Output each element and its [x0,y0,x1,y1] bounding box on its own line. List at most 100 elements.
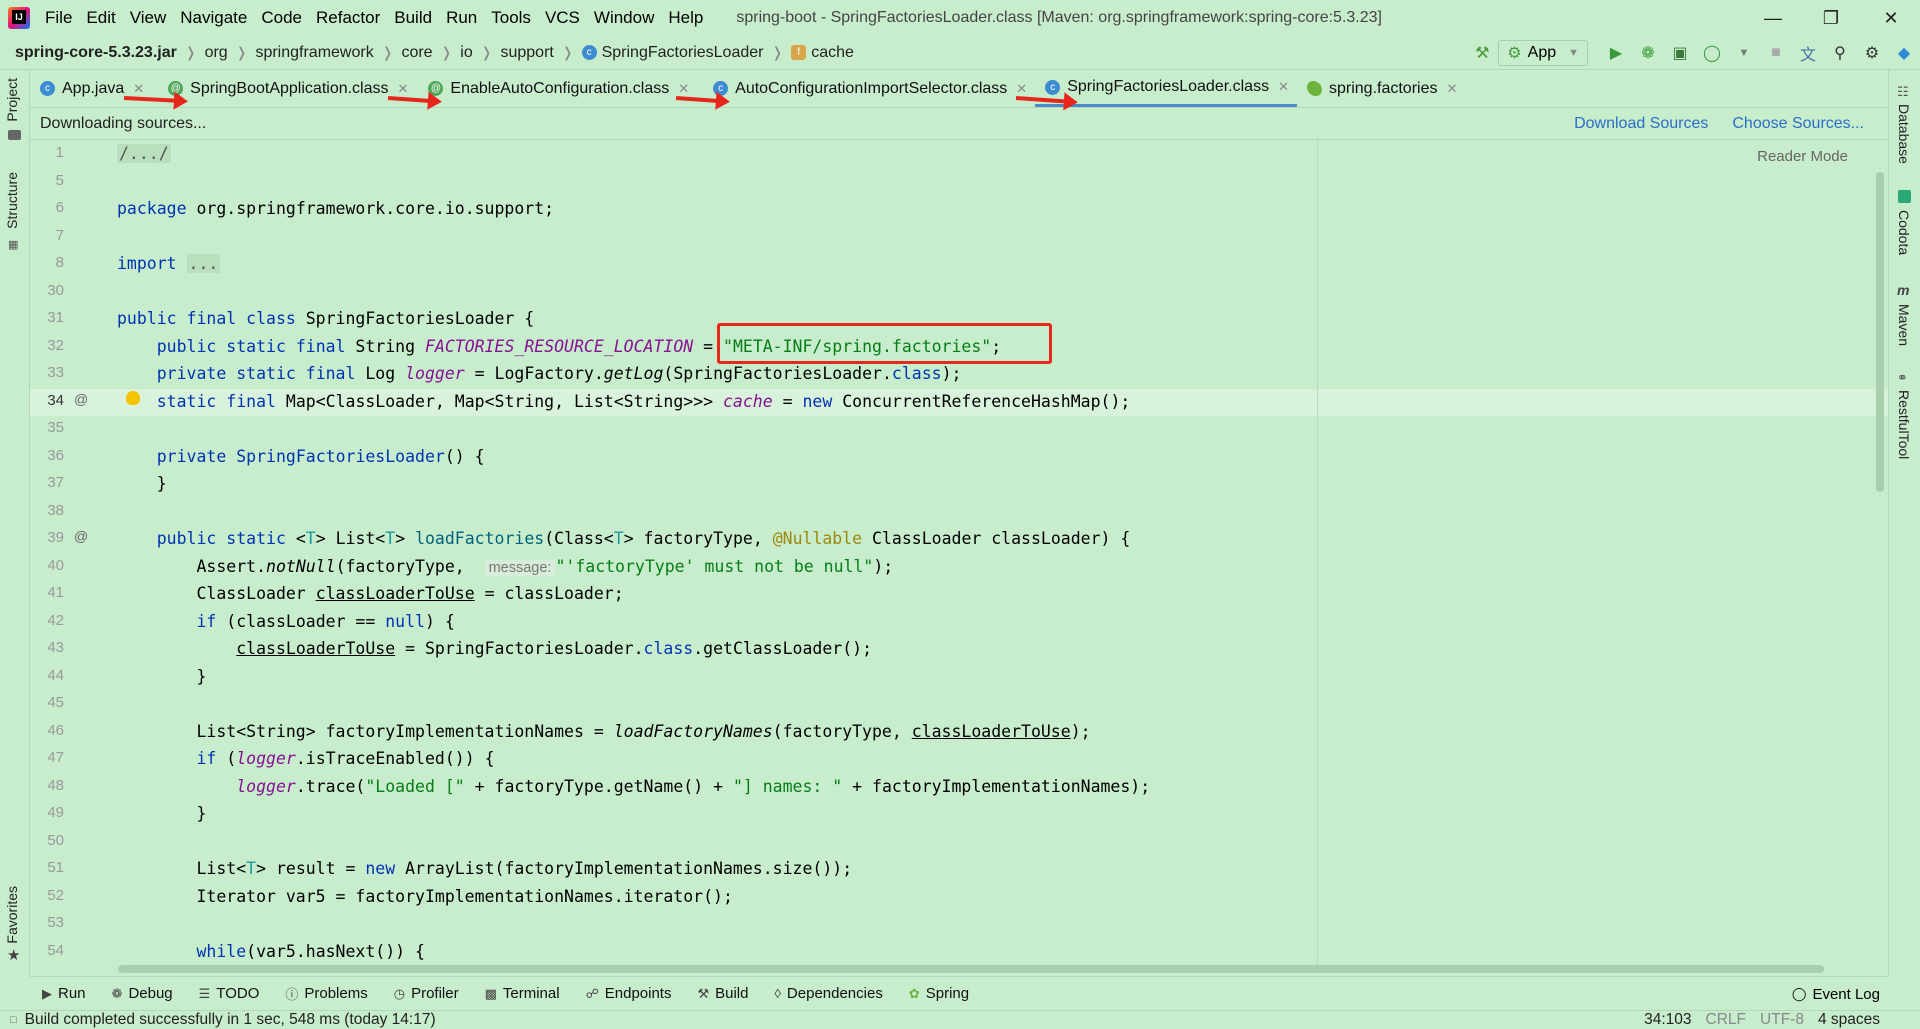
caret-position[interactable]: 34:103 [1644,1011,1691,1029]
vertical-scrollbar[interactable] [1876,172,1884,492]
breadcrumb-separator: ❭ [771,44,784,60]
line-number: 5 [55,172,64,189]
line-number: 47 [47,749,64,766]
dependencies-tool-button[interactable]: ◊ Dependencies [774,985,882,1002]
file-encoding[interactable]: UTF-8 [1760,1011,1804,1029]
translate-icon[interactable]: 文 [1793,38,1823,68]
line-number: 40 [47,557,64,574]
maven-icon: m [1897,282,1910,298]
codota-tool-tab[interactable]: Codota [1896,210,1912,255]
menu-edit[interactable]: Edit [79,0,122,36]
menu-window[interactable]: Window [587,0,661,36]
breadcrumb-field[interactable]: f cache [791,44,854,62]
menu-tools[interactable]: Tools [484,0,538,36]
breadcrumb-core[interactable]: core [401,44,432,62]
override-marker-icon[interactable]: @ [74,391,88,407]
breadcrumb-io[interactable]: io [460,44,472,62]
profiler-tool-button[interactable]: ◷ Profiler [394,985,459,1002]
close-window-button[interactable]: ✕ [1862,0,1920,36]
close-icon[interactable]: ✕ [133,81,144,97]
debug-icon[interactable]: ❁ [1633,38,1663,68]
event-log-button[interactable]: ◯ Event Log [1792,977,1880,1011]
minimize-button[interactable]: — [1744,0,1802,36]
line-number: 32 [47,337,64,354]
tab-enableautoconfiguration[interactable]: @ EnableAutoConfiguration.class ✕ [418,70,697,107]
status-message[interactable]: Build completed successfully in 1 sec, 5… [25,1011,436,1029]
close-icon[interactable]: ✕ [398,81,409,97]
code-line: List<String> factoryImplementationNames … [117,722,1091,741]
tab-autoconfigurationimportselector[interactable]: c AutoConfigurationImportSelector.class … [703,70,1035,107]
line-number: 43 [47,639,64,656]
status-square-icon[interactable]: □ [10,1014,17,1026]
code-line: static final Map<ClassLoader, Map<String… [156,392,1131,411]
breadcrumb-support[interactable]: support [500,44,553,62]
override-marker-icon[interactable]: @ [74,528,88,544]
breadcrumb-springframework[interactable]: springframework [255,44,373,62]
line-number: 46 [47,722,64,739]
list-icon: ☰ [198,985,211,1001]
spring-leaf-icon [1306,81,1322,96]
profile-icon[interactable]: ◯ [1697,38,1727,68]
run-tool-button[interactable]: ▶ Run [42,985,86,1002]
code-line: classLoaderToUse = SpringFactoriesLoader… [236,639,873,658]
maven-tool-tab[interactable]: Maven [1896,304,1912,346]
stop-icon[interactable]: ■ [1761,38,1791,68]
problems-tool-button[interactable]: ⓘ Problems [285,984,367,1003]
plugin-icon[interactable]: ◆ [1889,38,1919,68]
tab-springbootapplication[interactable]: @ SpringBootApplication.class ✕ [158,70,416,107]
tab-spring-factories[interactable]: spring.factories ✕ [1297,70,1465,107]
coverage-icon[interactable]: ▣ [1665,38,1695,68]
settings-gear-icon[interactable]: ⚙ [1857,38,1887,68]
menu-run[interactable]: Run [439,0,484,36]
database-icon: ☷ [1897,84,1909,99]
todo-tool-button[interactable]: ☰ TODO [199,985,260,1002]
run-icon: ▶ [42,985,52,1001]
menu-help[interactable]: Help [661,0,710,36]
menu-navigate[interactable]: Navigate [173,0,254,36]
download-sources-link[interactable]: Download Sources [1574,115,1708,133]
line-separator[interactable]: CRLF [1706,1011,1746,1029]
terminal-tool-button[interactable]: ▩ Terminal [485,985,560,1002]
chat-icon: ◯ [1791,986,1807,1001]
menu-refactor[interactable]: Refactor [309,0,387,36]
tab-app-java[interactable]: c App.java ✕ [30,70,152,107]
breadcrumb-org[interactable]: org [205,44,228,62]
restfultool-tool-tab[interactable]: RestfulTool [1896,390,1912,459]
build-hammer-icon[interactable]: ⚒ [1467,38,1497,68]
close-icon[interactable]: ✕ [1016,81,1027,97]
favorites-tool-tab[interactable]: Favorites [4,886,20,944]
close-icon[interactable]: ✕ [1446,81,1457,97]
restore-button[interactable]: ❐ [1802,0,1860,36]
code-editor[interactable]: Reader Mode 1 5 6 7 8 30 31 32 33 34 35 … [30,140,1888,965]
debug-tool-button[interactable]: ❁ Debug [112,985,173,1002]
more-run-options-icon[interactable]: ▼ [1729,38,1759,68]
endpoints-tool-button[interactable]: ☍ Endpoints [586,985,672,1002]
search-icon[interactable]: ⚲ [1825,38,1855,68]
status-bar: □ Build completed successfully in 1 sec,… [0,1010,1920,1028]
build-tool-button[interactable]: ⚒ Build [697,985,748,1002]
horizontal-scrollbar[interactable] [118,965,1824,973]
menu-build[interactable]: Build [387,0,439,36]
structure-tool-tab[interactable]: Structure [4,172,20,229]
indent-setting[interactable]: 4 spaces [1818,1011,1880,1029]
run-icon[interactable]: ▶ [1601,38,1631,68]
menu-view[interactable]: View [123,0,174,36]
menu-code[interactable]: Code [254,0,309,36]
menu-vcs[interactable]: VCS [538,0,587,36]
breadcrumb-separator: ❭ [440,44,453,60]
project-tool-tab[interactable]: Project [4,78,20,122]
close-icon[interactable]: ✕ [1278,79,1289,95]
menu-file[interactable]: File [38,0,79,36]
breadcrumb-jar[interactable]: spring-core-5.3.23.jar [15,44,177,62]
choose-sources-link[interactable]: Choose Sources... [1732,115,1864,133]
code-line: Assert.notNull(factoryType, message: "'fa… [117,557,894,576]
spring-tool-button[interactable]: ✿ Spring [909,985,969,1002]
reader-mode-toggle[interactable]: Reader Mode [1757,148,1848,165]
breadcrumb-separator: ❭ [381,44,394,60]
breadcrumb-class[interactable]: c SpringFactoriesLoader [581,44,763,62]
database-tool-tab[interactable]: Database [1896,104,1912,164]
run-configuration-select[interactable]: ⚙ App ▼ [1498,40,1588,66]
code-line: while(var5.hasNext()) { [196,942,425,961]
code-line: List<T> result = new ArrayList(factoryIm… [117,859,853,878]
close-icon[interactable]: ✕ [678,81,689,97]
